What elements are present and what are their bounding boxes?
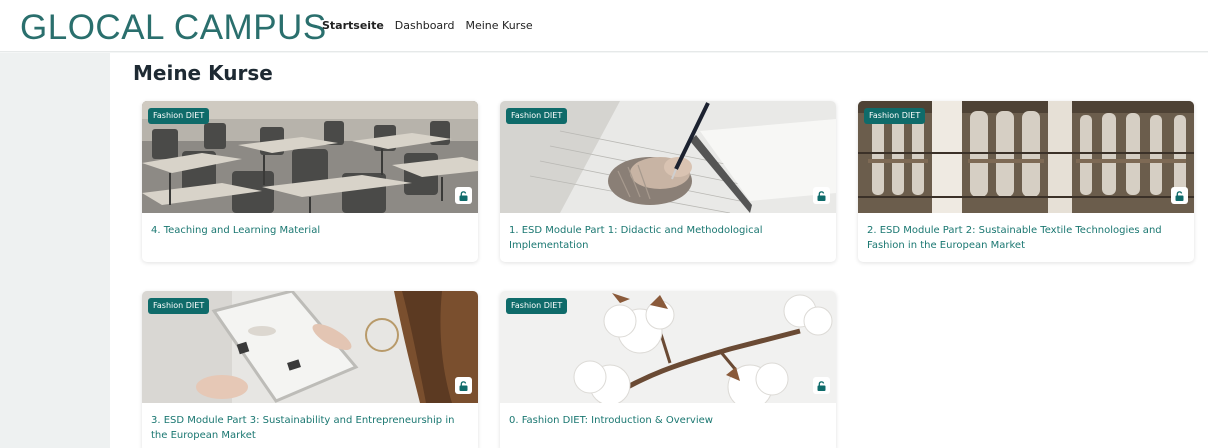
unlock-icon bbox=[455, 377, 472, 394]
left-sidebar bbox=[0, 53, 110, 448]
course-card[interactable]: Fashion DIET 2. ESD Module Part 2: Susta… bbox=[858, 101, 1194, 262]
nav-startseite[interactable]: Startseite bbox=[322, 18, 384, 34]
category-badge: Fashion DIET bbox=[506, 298, 568, 314]
course-card[interactable]: Fashion DIET 1. ESD Module Part 1: Didac… bbox=[500, 101, 836, 262]
course-card[interactable]: Fashion DIET 0. Fashion DIET: Introducti… bbox=[500, 291, 836, 448]
course-title[interactable]: 2. ESD Module Part 2: Sustainable Textil… bbox=[867, 223, 1185, 253]
category-badge: Fashion DIET bbox=[864, 108, 926, 124]
unlock-icon bbox=[813, 187, 830, 204]
main-nav: Startseite Dashboard Meine Kurse bbox=[322, 18, 533, 34]
course-card[interactable]: Fashion DIET 3. ESD Module Part 3: Susta… bbox=[142, 291, 478, 448]
course-title[interactable]: 4. Teaching and Learning Material bbox=[151, 223, 469, 238]
category-badge: Fashion DIET bbox=[506, 108, 568, 124]
top-navbar: GLOCAL CAMPUS Startseite Dashboard Meine… bbox=[0, 0, 1208, 52]
unlock-icon bbox=[1171, 187, 1188, 204]
unlock-icon bbox=[455, 187, 472, 204]
nav-meine-kurse[interactable]: Meine Kurse bbox=[465, 18, 532, 34]
course-title[interactable]: 1. ESD Module Part 1: Didactic and Metho… bbox=[509, 223, 827, 253]
unlock-icon bbox=[813, 377, 830, 394]
category-badge: Fashion DIET bbox=[148, 298, 210, 314]
nav-dashboard[interactable]: Dashboard bbox=[395, 18, 455, 34]
category-badge: Fashion DIET bbox=[148, 108, 210, 124]
course-title[interactable]: 0. Fashion DIET: Introduction & Overview bbox=[509, 413, 827, 428]
course-title[interactable]: 3. ESD Module Part 3: Sustainability and… bbox=[151, 413, 469, 443]
course-card[interactable]: Fashion DIET 4. Teaching and Learning Ma… bbox=[142, 101, 478, 262]
site-logo[interactable]: GLOCAL CAMPUS bbox=[20, 6, 327, 50]
page-title: Meine Kurse bbox=[133, 61, 273, 85]
